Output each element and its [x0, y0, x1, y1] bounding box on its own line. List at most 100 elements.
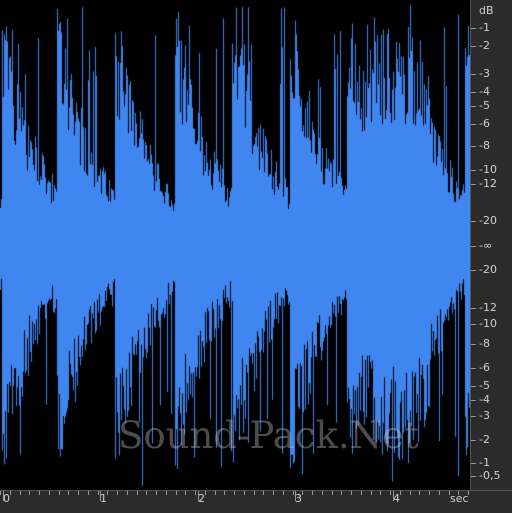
db-label: -5 — [479, 99, 490, 112]
time-minor-tick — [234, 491, 235, 495]
db-tick — [471, 463, 476, 464]
time-minor-tick — [283, 491, 284, 495]
db-label: -20 — [479, 263, 497, 276]
db-tick — [471, 74, 476, 75]
time-minor-tick — [146, 491, 147, 495]
db-label: -6 — [479, 117, 490, 130]
time-minor-tick — [176, 491, 177, 495]
time-minor-tick — [400, 491, 401, 495]
time-minor-tick — [332, 491, 333, 495]
time-minor-tick — [0, 491, 1, 495]
db-tick — [471, 170, 476, 171]
time-tick — [198, 491, 199, 501]
time-label: 1 — [100, 492, 107, 505]
time-label: 2 — [198, 492, 205, 505]
db-label: -5 — [479, 379, 490, 392]
time-minor-tick — [127, 491, 128, 495]
db-tick — [471, 476, 476, 477]
time-minor-tick — [166, 491, 167, 495]
time-minor-tick — [244, 491, 245, 495]
time-minor-tick — [137, 491, 138, 495]
time-minor-tick — [117, 491, 118, 495]
db-label: -3 — [479, 409, 490, 422]
db-label: -20 — [479, 214, 497, 227]
time-minor-tick — [195, 491, 196, 495]
time-minor-tick — [59, 491, 60, 495]
time-minor-tick — [322, 491, 323, 495]
db-tick — [471, 440, 476, 441]
watermark-text: Sound-Pack.Net — [118, 414, 419, 457]
time-minor-tick — [458, 491, 459, 495]
time-minor-tick — [302, 491, 303, 495]
db-tick — [471, 270, 476, 271]
time-minor-tick — [429, 491, 430, 495]
db-tick — [471, 92, 476, 93]
time-minor-tick — [68, 491, 69, 495]
time-minor-tick — [98, 491, 99, 495]
db-label: -8 — [479, 337, 490, 350]
time-tick — [295, 491, 296, 501]
db-unit-label: dB — [479, 4, 494, 17]
db-tick — [471, 386, 476, 387]
time-minor-tick — [273, 491, 274, 495]
time-minor-tick — [10, 491, 11, 495]
db-label: -4 — [479, 85, 490, 98]
time-minor-tick — [312, 491, 313, 495]
db-label: -3 — [479, 67, 490, 80]
db-tick — [471, 416, 476, 417]
db-label: -1 — [479, 456, 490, 469]
db-label: -10 — [479, 163, 497, 176]
time-label: 3 — [295, 492, 302, 505]
time-minor-tick — [156, 491, 157, 495]
time-minor-tick — [449, 491, 450, 495]
time-minor-tick — [254, 491, 255, 495]
time-minor-tick — [419, 491, 420, 495]
db-label: -4 — [479, 393, 490, 406]
time-ruler: sec 0 1 2 3 4 — [0, 490, 512, 513]
time-minor-tick — [49, 491, 50, 495]
db-label: -10 — [479, 317, 497, 330]
time-minor-tick — [293, 491, 294, 495]
db-label: -6 — [479, 361, 490, 374]
db-label: -2 — [479, 39, 490, 52]
time-minor-tick — [439, 491, 440, 495]
db-tick — [471, 368, 476, 369]
db-label: -1 — [479, 21, 490, 34]
time-tick — [100, 491, 101, 501]
time-minor-tick — [390, 491, 391, 495]
db-label: -8 — [479, 139, 490, 152]
time-label: 4 — [393, 492, 400, 505]
time-minor-tick — [88, 491, 89, 495]
db-tick — [471, 106, 476, 107]
time-minor-tick — [371, 491, 372, 495]
db-tick — [471, 124, 476, 125]
db-tick — [471, 146, 476, 147]
db-tick — [471, 46, 476, 47]
time-minor-tick — [341, 491, 342, 495]
db-label: -12 — [479, 177, 497, 190]
time-tick — [393, 491, 394, 501]
time-minor-tick — [410, 491, 411, 495]
db-tick — [471, 246, 476, 247]
time-minor-tick — [20, 491, 21, 495]
time-minor-tick — [39, 491, 40, 495]
time-minor-tick — [380, 491, 381, 495]
db-label: -12 — [479, 301, 497, 314]
time-minor-tick — [224, 491, 225, 495]
db-label: -2 — [479, 433, 490, 446]
time-minor-tick — [351, 491, 352, 495]
time-minor-tick — [107, 491, 108, 495]
time-minor-tick — [185, 491, 186, 495]
time-tick — [3, 491, 4, 501]
db-label: -∞ — [479, 239, 493, 252]
time-minor-tick — [205, 491, 206, 495]
db-tick — [471, 221, 476, 222]
db-tick — [471, 28, 476, 29]
db-tick — [471, 400, 476, 401]
db-ruler: dB -1 -2 -3 -4 -5 -6 -8 -10 -12 -20 -∞ -20 -12 -10 -8-… — [470, 0, 512, 490]
db-tick — [471, 308, 476, 309]
time-minor-tick — [263, 491, 264, 495]
time-minor-tick — [215, 491, 216, 495]
db-tick — [471, 324, 476, 325]
time-minor-tick — [361, 491, 362, 495]
